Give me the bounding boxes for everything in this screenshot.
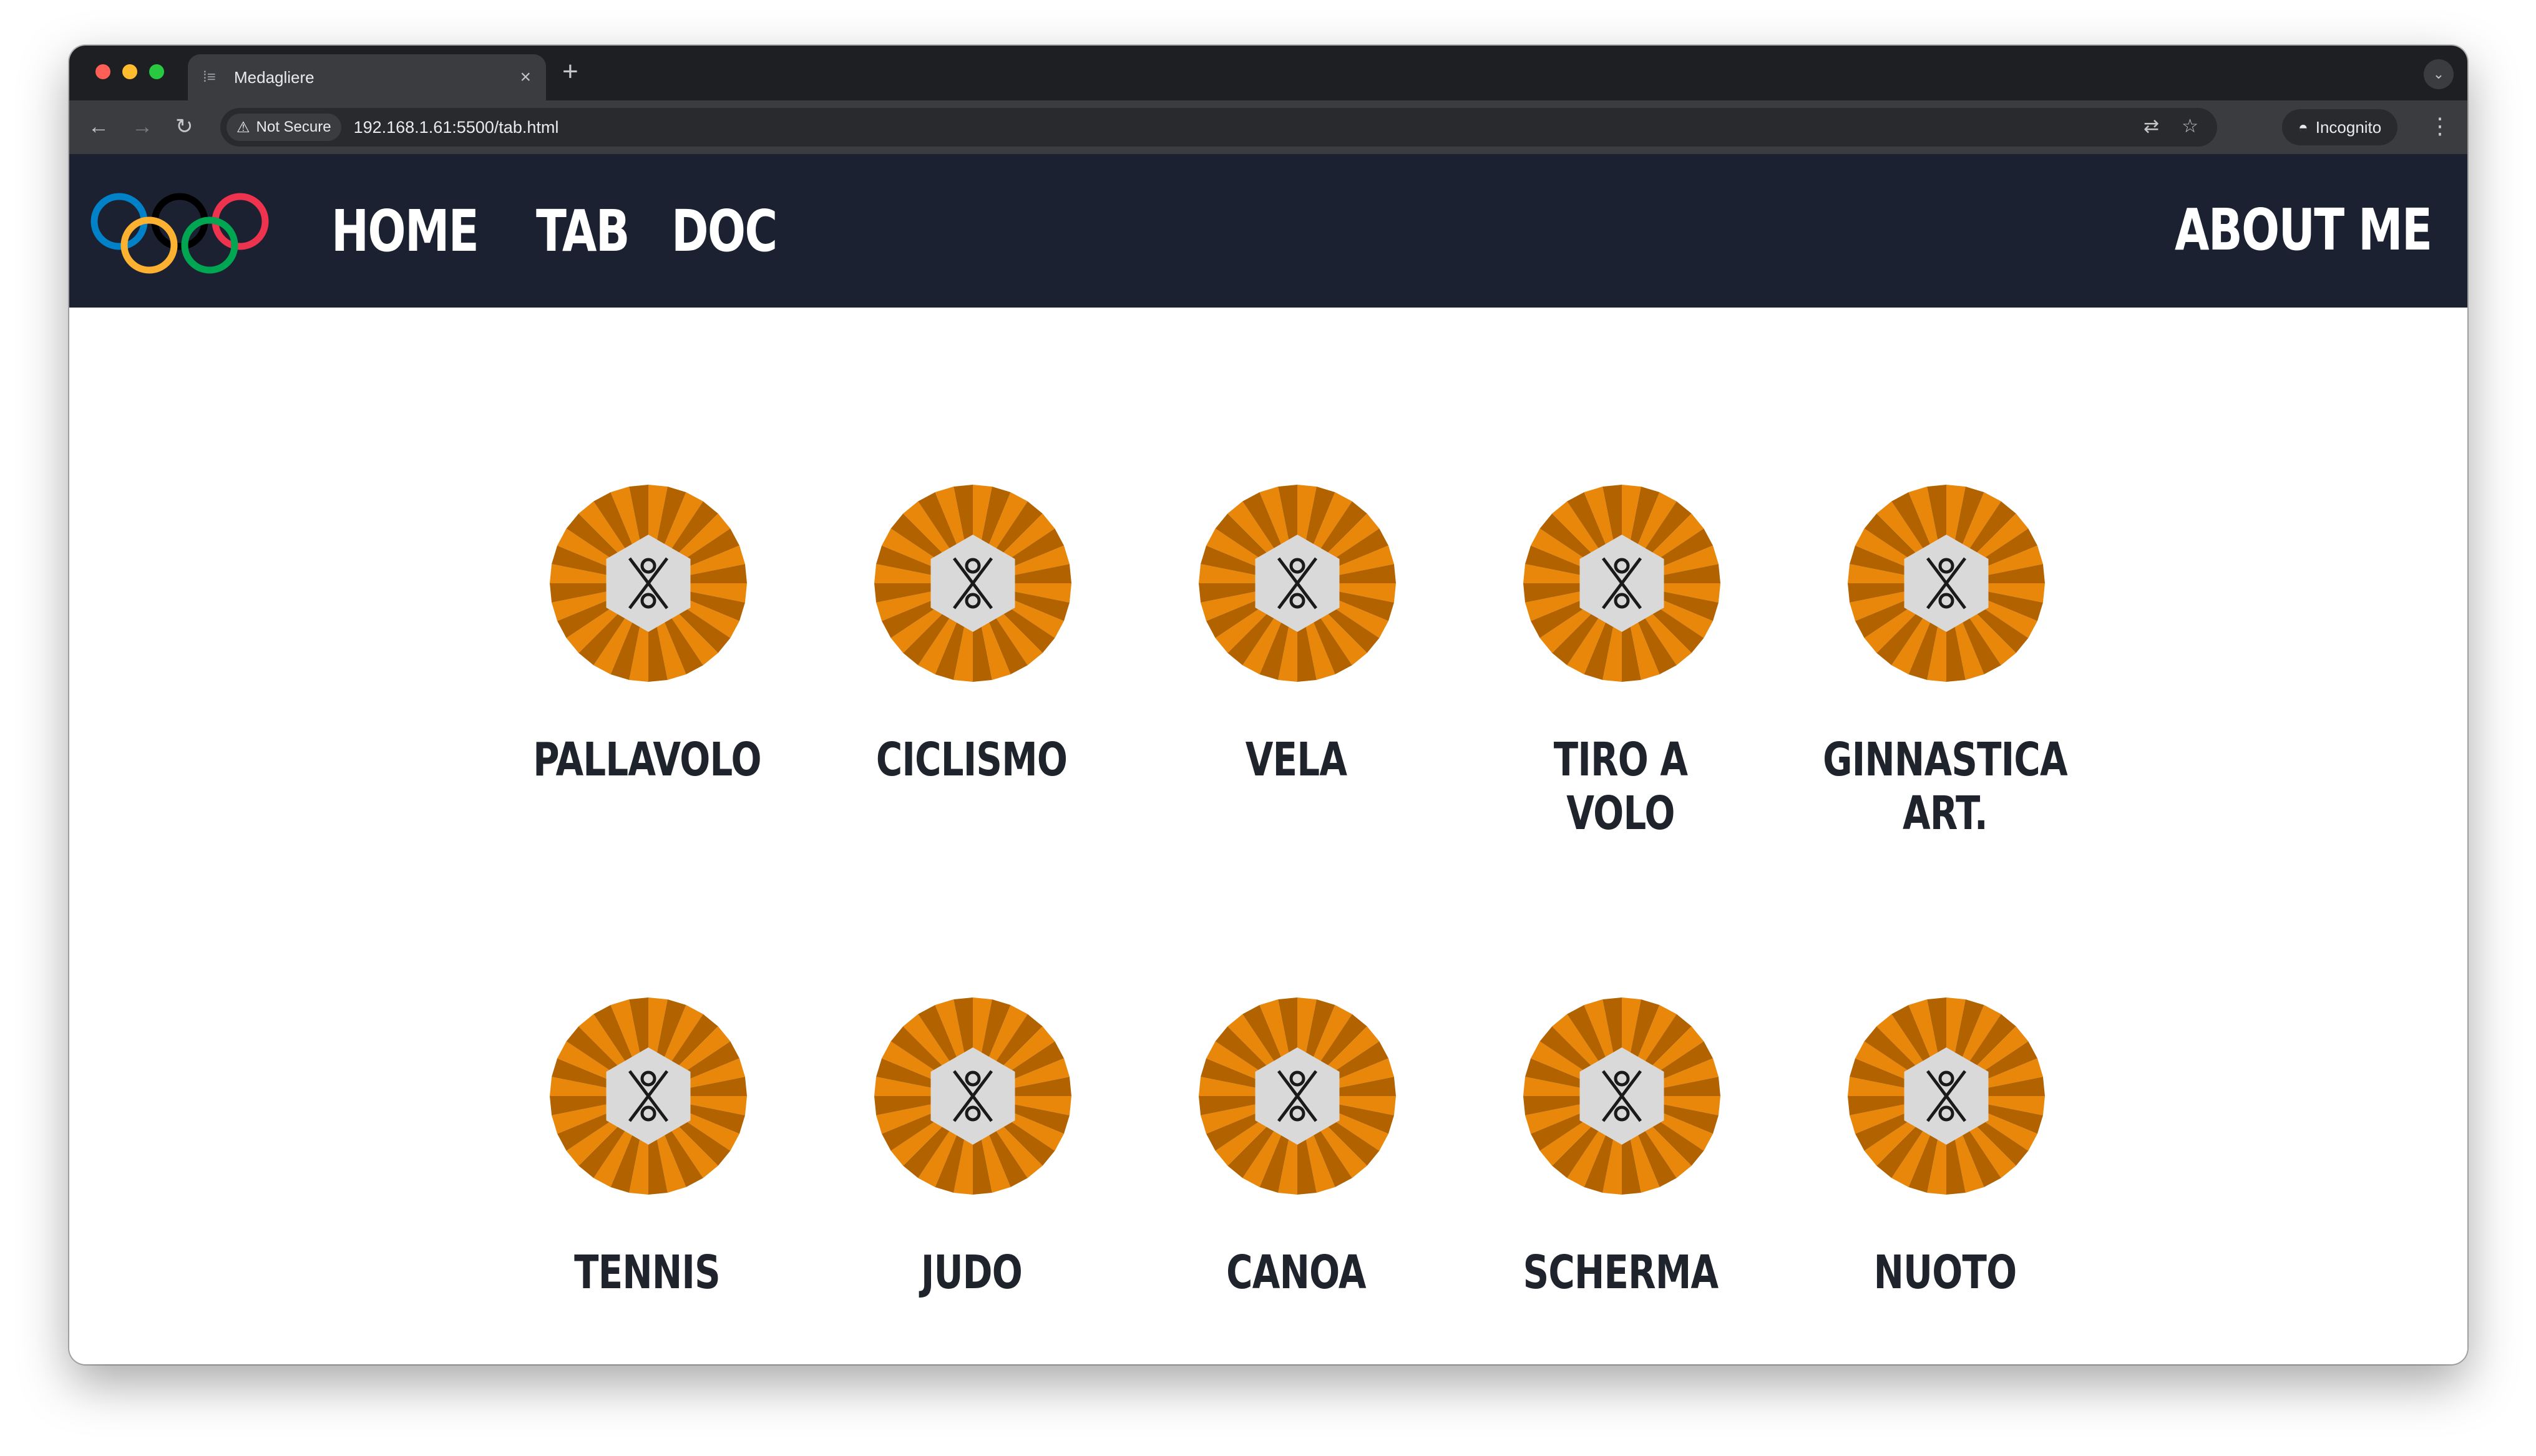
medal-badge[interactable] (1846, 483, 2046, 683)
tab-close-icon[interactable]: × (520, 67, 531, 88)
medal-badge[interactable] (549, 996, 748, 1196)
medal-badge[interactable] (873, 996, 1073, 1196)
sport-card[interactable]: TENNIS (485, 820, 809, 1299)
close-window-button[interactable] (95, 64, 110, 79)
sport-card[interactable]: CICLISMO (809, 308, 1134, 787)
incognito-badge[interactable]: ◓ Incognito (2282, 109, 2398, 145)
browser-toolbar: ← → ↻ ⚠ Not Secure 192.168.1.61:5500/tab… (69, 100, 2467, 154)
translate-icon[interactable]: ⇄ (2143, 115, 2159, 137)
medal-badge[interactable] (1846, 996, 2046, 1196)
tab-medagliere[interactable]: ⁞≡ Medagliere × (188, 54, 546, 100)
sport-card[interactable]: JUDO (809, 820, 1134, 1299)
tab-search-chevron-icon[interactable]: ⌄ (2424, 59, 2454, 89)
favicon-icon: ⁞≡ (203, 69, 216, 85)
sport-card[interactable]: VELA (1134, 308, 1458, 787)
sport-label: VELA (1245, 733, 1347, 787)
incognito-label: Incognito (2315, 117, 2382, 137)
medal-badge[interactable] (1522, 996, 1722, 1196)
forward-arrow-icon[interactable]: → (132, 114, 153, 139)
site-header: HOME TAB DOC ABOUT ME (69, 154, 2467, 308)
sport-label: NUOTO (1873, 1246, 2017, 1299)
sport-card[interactable]: NUOTO (1783, 820, 2107, 1299)
address-bar[interactable]: ⚠ Not Secure 192.168.1.61:5500/tab.html … (220, 108, 2217, 147)
new-tab-button[interactable]: + (562, 58, 578, 85)
about-me-link[interactable]: ABOUT ME (2175, 197, 2432, 263)
sport-card[interactable]: PALLAVOLO (485, 308, 809, 787)
reload-icon[interactable]: ↻ (175, 114, 193, 139)
security-label: Not Secure (256, 119, 331, 135)
main-nav: HOME TAB DOC (331, 154, 781, 308)
tab-title: Medagliere (234, 67, 315, 87)
nav-home-link[interactable]: HOME (331, 198, 479, 265)
sport-label: SCHERMA (1523, 1246, 1719, 1299)
url-text[interactable]: 192.168.1.61:5500/tab.html (354, 118, 559, 137)
sport-label: CICLISMO (875, 733, 1068, 787)
warning-icon: ⚠ (237, 119, 250, 136)
browser-window: ⁞≡ Medagliere × + ⌄ ← → ↻ ⚠ Not Secure 1… (69, 46, 2467, 1364)
incognito-icon: ◓ (2298, 117, 2308, 137)
maximize-window-button[interactable] (149, 64, 164, 79)
security-badge[interactable]: ⚠ Not Secure (227, 114, 341, 141)
medal-badge[interactable] (549, 483, 748, 683)
sport-card[interactable]: CANOA (1134, 820, 1458, 1299)
browser-menu-icon[interactable]: ⋮ (2429, 113, 2451, 139)
medal-badge[interactable] (1197, 996, 1397, 1196)
sport-label: JUDO (920, 1246, 1023, 1299)
olympic-rings-logo[interactable] (89, 193, 270, 274)
sport-card[interactable]: TIRO A VOLO (1458, 308, 1783, 840)
bookmark-star-icon[interactable]: ☆ (2182, 115, 2198, 137)
sport-card[interactable]: GINNASTICA ART. (1783, 308, 2107, 840)
sport-label: CANOA (1226, 1246, 1366, 1299)
medal-badge[interactable] (1522, 483, 1722, 683)
tab-strip: ⁞≡ Medagliere × + ⌄ (69, 46, 2467, 100)
sport-card[interactable]: SCHERMA (1458, 820, 1783, 1299)
nav-doc-link[interactable]: DOC (671, 198, 778, 265)
back-arrow-icon[interactable]: ← (88, 114, 109, 139)
medal-badge[interactable] (873, 483, 1073, 683)
sport-label: PALLAVOLO (533, 733, 761, 787)
medal-badge[interactable] (1197, 483, 1397, 683)
sport-label: TENNIS (574, 1246, 721, 1299)
nav-tab-link[interactable]: TAB (536, 198, 630, 265)
minimize-window-button[interactable] (122, 64, 137, 79)
